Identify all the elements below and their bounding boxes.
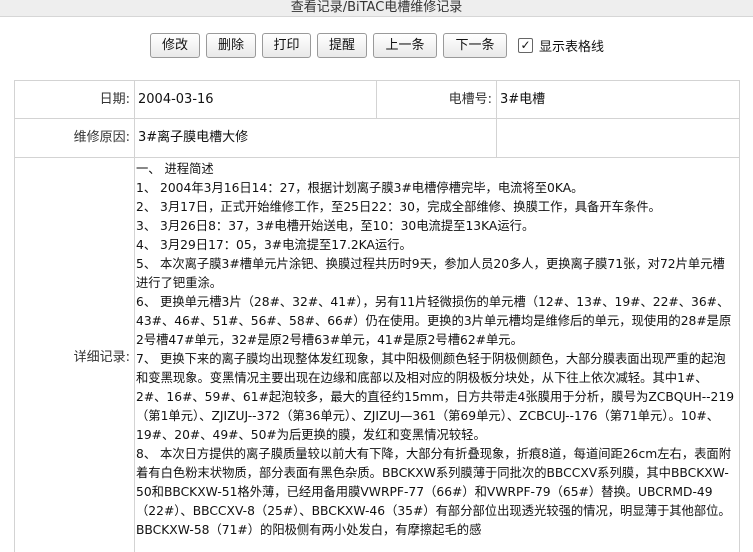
detail-line: 8、 本次日方提供的离子膜质量较以前大有下降，大部分有折叠现象，折痕8道，每道间… bbox=[136, 447, 732, 537]
detail-line: 7、 更换下来的离子膜均出现整体发红现象，其中阳极侧颜色轻于阴极侧颜色，大部分膜… bbox=[136, 352, 735, 442]
detail-line: 4、 3月29日17：05，3#电流提至17.2KA运行。 bbox=[136, 238, 412, 252]
toolbar: 修改 删除 打印 提醒 上一条 下一条 ✓ 显示表格线 bbox=[0, 17, 753, 73]
previous-record-button[interactable]: 上一条 bbox=[373, 33, 437, 58]
detail-line: 1、 2004年3月16日14：27，根据计划离子膜3#电槽停槽完毕，电流将至0… bbox=[136, 181, 584, 195]
date-label: 日期: bbox=[99, 92, 130, 107]
form-row-reason: 维修原因: 3#离子膜电槽大修 bbox=[15, 119, 739, 158]
detail-line: 6、 更换单元槽3片（28#、32#、41#），另有11片轻微损伤的单元槽（12… bbox=[136, 295, 732, 347]
repair-reason-label: 维修原因: bbox=[73, 130, 130, 145]
cell-number-value: 3#电槽 bbox=[500, 92, 546, 107]
detail-line: 2、 3月17日，正式开始维修工作，至25日22：30，完成全部维修、换膜工作，… bbox=[136, 200, 661, 214]
record-form: 日期: 2004-03-16 电槽号: 3#电槽 维修原因: 3#离子膜电槽大修… bbox=[14, 80, 740, 552]
checkmark-icon: ✓ bbox=[520, 38, 531, 52]
detail-line: 5、 本次离子膜3#槽单元片涂钯、换膜过程共历时9天，参加人员20多人，更换离子… bbox=[136, 257, 725, 290]
next-record-button[interactable]: 下一条 bbox=[443, 33, 507, 58]
detail-record-text: 一、 进程简述 1、 2004年3月16日14：27，根据计划离子膜3#电槽停槽… bbox=[136, 160, 737, 540]
detail-record-label: 详细记录: bbox=[73, 350, 130, 365]
form-row-detail: 详细记录: 一、 进程简述 1、 2004年3月16日14：27，根据计划离子膜… bbox=[15, 158, 739, 552]
detail-line: 3、 3月26日8：37，3#电槽开始送电，至10：30电流提至13KA运行。 bbox=[136, 219, 535, 233]
print-button[interactable]: 打印 bbox=[262, 33, 311, 58]
form-row-date: 日期: 2004-03-16 电槽号: 3#电槽 bbox=[15, 81, 739, 119]
show-grid-toggle[interactable]: ✓ 显示表格线 bbox=[518, 35, 604, 55]
date-value: 2004-03-16 bbox=[138, 92, 214, 107]
window-title: 查看记录/BiTAC电槽维修记录 bbox=[0, 0, 753, 17]
show-grid-checkbox[interactable]: ✓ bbox=[518, 37, 533, 53]
detail-line: 一、 进程简述 bbox=[136, 162, 214, 176]
cell-number-label: 电槽号: bbox=[448, 92, 492, 107]
remind-button[interactable]: 提醒 bbox=[317, 33, 367, 58]
repair-reason-value: 3#离子膜电槽大修 bbox=[138, 130, 249, 145]
show-grid-label: 显示表格线 bbox=[539, 39, 605, 55]
delete-button[interactable]: 删除 bbox=[206, 33, 256, 58]
edit-button[interactable]: 修改 bbox=[150, 33, 200, 58]
